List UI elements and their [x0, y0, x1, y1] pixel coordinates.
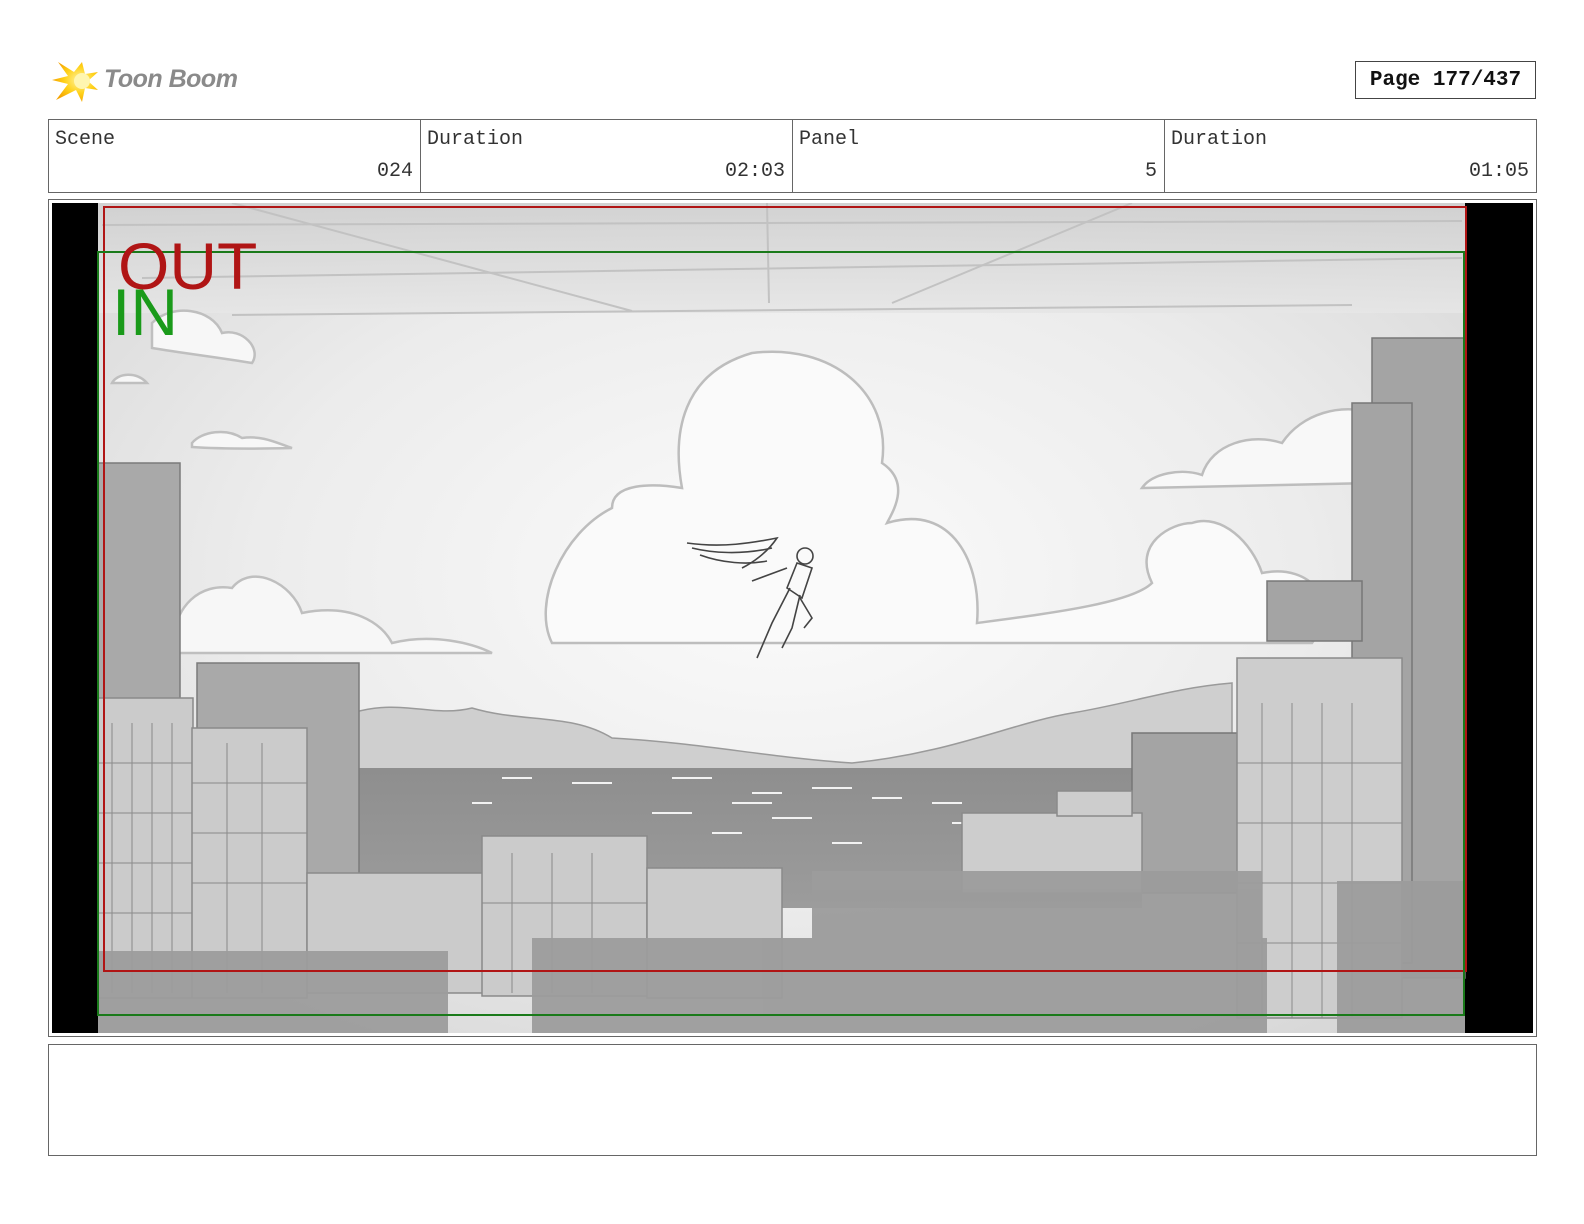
logo-text: Toon Boom — [104, 65, 238, 93]
page-counter: Page 177/437 — [1355, 61, 1536, 99]
panel-cell: Panel 5 — [793, 120, 1165, 192]
panel-notes-box — [48, 1044, 1537, 1156]
scene-cell: Scene 024 — [49, 120, 421, 192]
scene-duration-value: 02:03 — [724, 160, 785, 183]
scene-duration-label: Duration — [427, 128, 524, 151]
panel-duration-cell: Duration 01:05 — [1165, 120, 1536, 192]
scene-duration-cell: Duration 02:03 — [421, 120, 793, 192]
scene-value: 024 — [376, 160, 413, 183]
toon-boom-logo: Toon Boom — [52, 56, 252, 108]
storyboard-panel-image: OUT IN — [52, 203, 1533, 1033]
panel-label: Panel — [799, 128, 860, 151]
scene-info-table: Scene 024 Duration 02:03 Panel 5 Duratio… — [48, 119, 1537, 193]
panel-duration-value: 01:05 — [1468, 160, 1529, 183]
scene-label: Scene — [55, 128, 116, 151]
in-label: IN — [112, 275, 178, 349]
starburst-icon — [52, 62, 98, 102]
panel-duration-label: Duration — [1171, 128, 1268, 151]
panel-value: 5 — [1144, 160, 1157, 183]
